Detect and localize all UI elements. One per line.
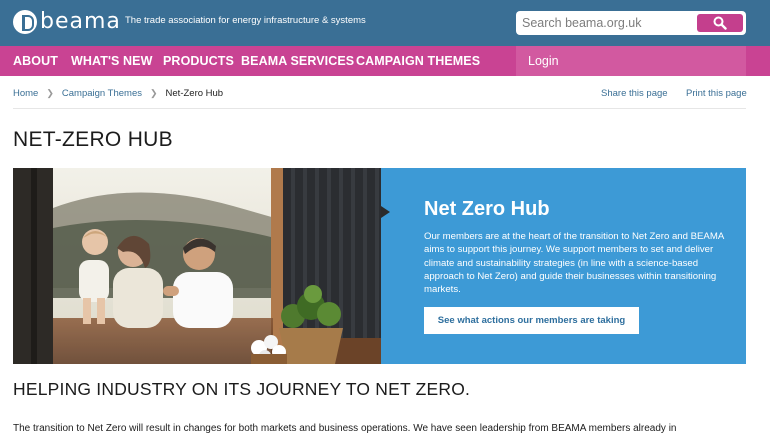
nav-item-campaign-themes[interactable]: CAMPAIGN THEMES (356, 54, 480, 68)
nav-item-whats-new[interactable]: WHAT'S NEW (71, 54, 153, 68)
divider (13, 108, 746, 109)
breadcrumb-home[interactable]: Home (13, 88, 38, 99)
site-tagline: The trade association for energy infrast… (125, 15, 366, 26)
chevron-right-icon: ❯ (149, 88, 158, 98)
main-nav: ABOUT WHAT'S NEW PRODUCTS BEAMA SERVICES… (0, 46, 770, 76)
breadcrumb: Home ❯ Campaign Themes ❯ Net-Zero Hub (13, 88, 223, 99)
nav-item-products[interactable]: PRODUCTS (163, 54, 234, 68)
login-area: Login (516, 46, 746, 76)
share-page-link[interactable]: Share this page (601, 88, 668, 99)
search-box (516, 11, 746, 35)
hero-info-panel: Net Zero Hub Our members are at the hear… (381, 168, 746, 364)
section-heading: HELPING INDUSTRY ON ITS JOURNEY TO NET Z… (13, 379, 471, 399)
nav-item-beama-services[interactable]: BEAMA SERVICES (241, 54, 354, 68)
hero-title: Net Zero Hub (424, 198, 550, 220)
chevron-right-icon: ❯ (46, 88, 54, 98)
search-icon (713, 16, 727, 30)
beama-logo[interactable]: beama (13, 9, 121, 34)
beama-logo-icon (13, 9, 37, 34)
hero-banner: Net Zero Hub Our members are at the hear… (13, 168, 746, 364)
nav-item-about[interactable]: ABOUT (13, 54, 58, 68)
site-header: beama The trade association for energy i… (0, 0, 770, 46)
hero-family-photo (13, 168, 381, 364)
hero-description: Our members are at the heart of the tran… (424, 231, 724, 296)
see-member-actions-button[interactable]: See what actions our members are taking (424, 307, 639, 334)
caret-right-icon (381, 206, 390, 218)
login-link[interactable]: Login (528, 54, 559, 68)
page-title: NET-ZERO HUB (13, 128, 173, 151)
logo-wordmark: beama (40, 9, 121, 34)
breadcrumb-campaign-themes[interactable]: Campaign Themes (62, 88, 142, 99)
print-page-link[interactable]: Print this page (686, 88, 747, 99)
breadcrumb-current: Net-Zero Hub (165, 88, 224, 99)
intro-paragraph: The transition to Net Zero will result i… (13, 423, 677, 434)
search-input[interactable] (522, 14, 692, 32)
search-button[interactable] (697, 14, 743, 32)
